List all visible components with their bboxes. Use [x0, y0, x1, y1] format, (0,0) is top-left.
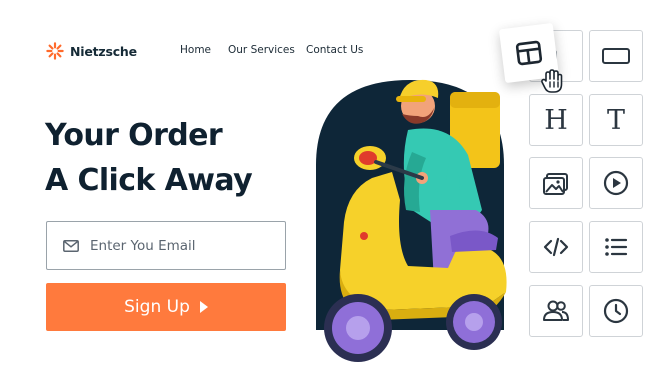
- delivery-scooter-illustration: [316, 79, 507, 362]
- hero-headline-line2: A Click Away: [45, 163, 253, 198]
- text-block-icon: T: [606, 104, 625, 136]
- play-arrow-icon: [199, 301, 208, 313]
- nav-home[interactable]: Home: [180, 44, 211, 56]
- sign-up-button[interactable]: Sign Up: [46, 283, 286, 331]
- grab-hand-cursor-icon: [541, 69, 563, 93]
- hero-headline-line1: Your Order: [45, 118, 223, 153]
- container-block-icon: [602, 48, 630, 64]
- nav-contact-us[interactable]: Contact Us: [306, 44, 363, 56]
- team-block-tile[interactable]: [529, 285, 583, 337]
- video-block-tile[interactable]: [589, 157, 643, 209]
- video-block-icon: [603, 170, 629, 196]
- container-block-tile[interactable]: [589, 30, 643, 82]
- list-block-tile[interactable]: [589, 221, 643, 273]
- list-block-icon: [605, 238, 628, 256]
- image-block-tile[interactable]: [529, 157, 583, 209]
- code-block-icon: [543, 237, 569, 257]
- image-block-icon: [543, 173, 568, 195]
- layout-block-icon: [515, 40, 543, 66]
- team-block-icon: [543, 300, 569, 321]
- brand-name: Nietzsche: [70, 43, 137, 59]
- heading-block-icon: H: [544, 104, 568, 136]
- countdown-block-tile[interactable]: [589, 285, 643, 337]
- sign-up-label: Sign Up: [124, 297, 190, 317]
- nav-our-services[interactable]: Our Services: [228, 44, 295, 56]
- sun-logo-icon: [46, 42, 64, 60]
- heading-block-tile[interactable]: H: [529, 94, 583, 146]
- text-block-tile[interactable]: T: [589, 94, 643, 146]
- email-field[interactable]: [46, 221, 286, 270]
- code-block-tile[interactable]: [529, 221, 583, 273]
- envelope-icon: [63, 239, 79, 252]
- brand-logo[interactable]: Nietzsche: [46, 42, 137, 60]
- countdown-block-icon: [603, 298, 629, 324]
- email-input[interactable]: [90, 237, 270, 254]
